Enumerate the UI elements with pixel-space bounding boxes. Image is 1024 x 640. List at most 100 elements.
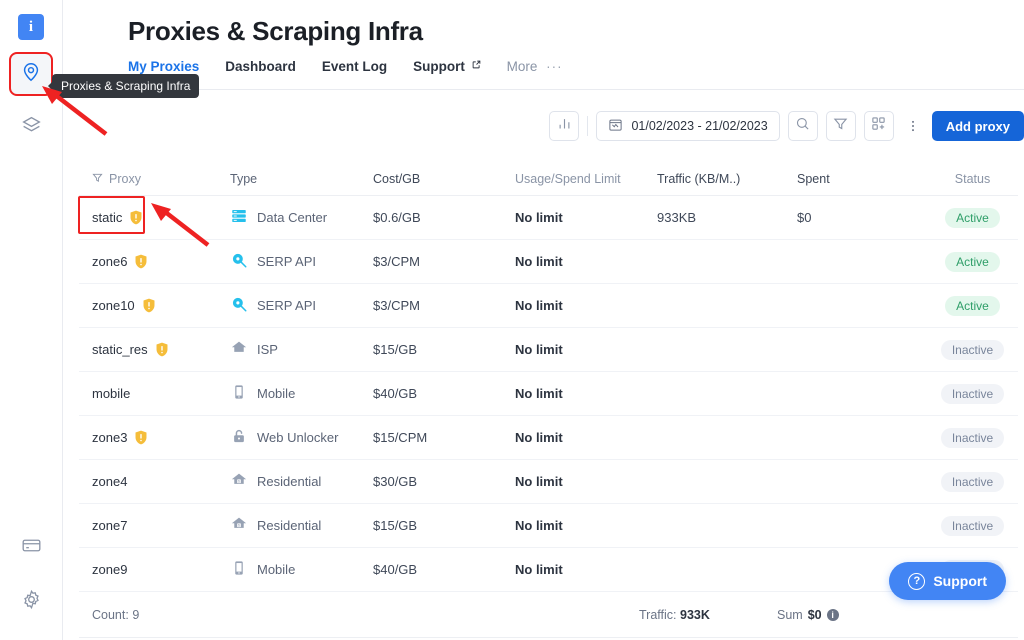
cell-usage-spend-limit[interactable]: No limit (515, 474, 657, 489)
stats-button[interactable] (549, 111, 579, 141)
table-row[interactable]: zone10SERP API$3/CPMNo limitActive (79, 284, 1018, 328)
table-row[interactable]: static_resISP$15/GBNo limitInactive (79, 328, 1018, 372)
grid-add-icon (871, 116, 886, 136)
cell-type: SERP API (230, 251, 373, 272)
cell-proxy[interactable]: zone10 (79, 298, 230, 313)
cell-proxy[interactable]: zone3 (79, 430, 230, 445)
more-options-button[interactable] (902, 111, 924, 141)
status-badge[interactable]: Inactive (941, 516, 1004, 536)
proxy-name: static (92, 210, 122, 225)
cell-proxy[interactable]: mobile (79, 386, 230, 401)
column-header-proxy[interactable]: Proxy (79, 172, 230, 186)
cell-usage-spend-limit[interactable]: No limit (515, 562, 657, 577)
type-label: Web Unlocker (257, 430, 338, 445)
proxies-table-card: Proxy Type Cost/GB Usage/Spend Limit Tra… (79, 163, 1018, 638)
cell-status: Inactive (927, 384, 1018, 404)
warning-shield-icon[interactable] (142, 298, 156, 313)
date-range-picker[interactable]: 01/02/2023 - 21/02/2023 (596, 111, 779, 141)
footer-traffic: Traffic: 933K (639, 608, 777, 622)
cell-usage-spend-limit[interactable]: No limit (515, 518, 657, 533)
proxy-name: static_res (92, 342, 148, 357)
cell-proxy[interactable]: zone6 (79, 254, 230, 269)
status-badge[interactable]: Inactive (941, 340, 1004, 360)
type-label: Mobile (257, 386, 295, 401)
tab-dashboard[interactable]: Dashboard (225, 59, 296, 83)
warning-shield-icon[interactable] (129, 210, 143, 225)
column-header-cost[interactable]: Cost/GB (373, 172, 515, 186)
cell-type: $Residential (230, 471, 373, 492)
proxy-name: zone4 (92, 474, 127, 489)
cell-type: $Residential (230, 515, 373, 536)
add-proxy-button[interactable]: Add proxy (932, 111, 1024, 141)
cell-proxy[interactable]: static_res (79, 342, 230, 357)
cell-spent: $0 (797, 210, 927, 225)
brand-logo[interactable]: i (18, 14, 44, 40)
info-icon[interactable]: i (827, 609, 839, 621)
calendar-chart-icon (608, 117, 623, 135)
cell-cost: $30/GB (373, 474, 515, 489)
cell-usage-spend-limit[interactable]: No limit (515, 298, 657, 313)
cell-status: Active (927, 208, 1018, 228)
cell-proxy[interactable]: zone7 (79, 518, 230, 533)
column-header-usage-spend-limit[interactable]: Usage/Spend Limit (515, 172, 657, 186)
cell-proxy[interactable]: static (79, 210, 230, 225)
date-range-value: 01/02/2023 - 21/02/2023 (631, 119, 767, 133)
column-header-spent[interactable]: Spent (797, 172, 927, 186)
warning-shield-icon[interactable] (134, 254, 148, 269)
cell-usage-spend-limit[interactable]: No limit (515, 254, 657, 269)
status-badge[interactable]: Active (945, 208, 1000, 228)
table-row[interactable]: mobileMobile$40/GBNo limitInactive (79, 372, 1018, 416)
house-dollar-icon: $ (230, 515, 248, 536)
column-header-traffic[interactable]: Traffic (KB/M..) (657, 172, 797, 186)
column-header-type[interactable]: Type (230, 172, 373, 186)
phone-icon (230, 383, 248, 404)
type-label: SERP API (257, 298, 316, 313)
cell-usage-spend-limit[interactable]: No limit (515, 210, 657, 225)
tab-more[interactable]: More ··· (507, 59, 563, 83)
cell-traffic: 933KB (657, 210, 797, 225)
tab-support[interactable]: Support (413, 59, 481, 83)
status-badge[interactable]: Inactive (941, 428, 1004, 448)
status-badge[interactable]: Active (945, 296, 1000, 316)
status-badge[interactable]: Inactive (941, 384, 1004, 404)
status-badge[interactable]: Inactive (941, 472, 1004, 492)
proxy-name: mobile (92, 386, 130, 401)
warning-shield-icon[interactable] (134, 430, 148, 445)
status-badge[interactable]: Active (945, 252, 1000, 272)
type-label: Mobile (257, 562, 295, 577)
table-row[interactable]: zone6SERP API$3/CPMNo limitActive (79, 240, 1018, 284)
filter-icon[interactable] (92, 172, 103, 186)
serp-search-icon (230, 251, 248, 272)
sidebar-item-proxies-scraping-infra[interactable] (11, 54, 51, 94)
column-header-status[interactable]: Status (927, 172, 1018, 186)
column-layout-button[interactable] (864, 111, 894, 141)
warning-shield-icon[interactable] (155, 342, 169, 357)
app-root: i (0, 0, 1024, 640)
table-header-row: Proxy Type Cost/GB Usage/Spend Limit Tra… (79, 163, 1018, 196)
cell-type: ISP (230, 339, 373, 360)
type-label: SERP API (257, 254, 316, 269)
sidebar-item-billing[interactable] (11, 528, 51, 568)
table-row[interactable]: staticData Center$0.6/GBNo limit933KB$0A… (79, 196, 1018, 240)
bar-chart-icon (557, 116, 572, 136)
sidebar-item-datasets[interactable] (11, 108, 51, 148)
table-row[interactable]: zone9Mobile$40/GBNo limitInactive (79, 548, 1018, 592)
table-row[interactable]: zone4 $Residential$30/GBNo limit Inactive (79, 460, 1018, 504)
cell-type: Data Center (230, 207, 373, 228)
cell-proxy[interactable]: zone9 (79, 562, 230, 577)
toolbar-divider (587, 116, 588, 136)
search-button[interactable] (788, 111, 818, 141)
sidebar-item-settings[interactable] (11, 582, 51, 622)
cell-usage-spend-limit[interactable]: No limit (515, 386, 657, 401)
cell-status: Inactive (927, 516, 1018, 536)
cell-usage-spend-limit[interactable]: No limit (515, 342, 657, 357)
cell-proxy[interactable]: zone4 (79, 474, 230, 489)
table-row[interactable]: zone7$Residential$15/GBNo limitInactive (79, 504, 1018, 548)
table-row[interactable]: zone3Web Unlocker$15/CPMNo limitInactive (79, 416, 1018, 460)
proxy-name: zone7 (92, 518, 127, 533)
support-fab-button[interactable]: ? Support (889, 562, 1006, 600)
search-icon (795, 116, 810, 136)
tab-event-log[interactable]: Event Log (322, 59, 387, 83)
cell-usage-spend-limit[interactable]: No limit (515, 430, 657, 445)
filter-button[interactable] (826, 111, 856, 141)
